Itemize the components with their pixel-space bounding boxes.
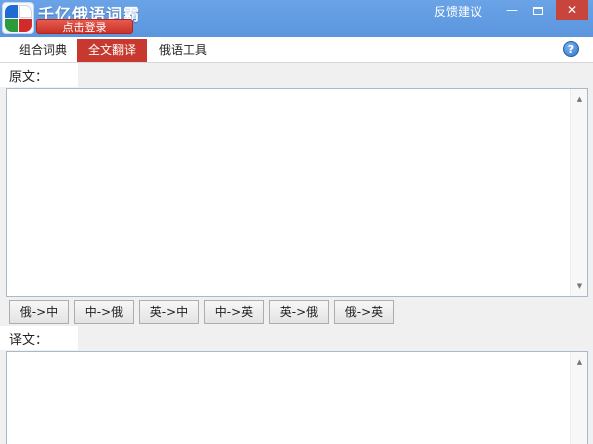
en-to-zh-button[interactable]: 英->中: [139, 300, 199, 324]
zh-to-ru-button[interactable]: 中->俄: [74, 300, 134, 324]
tab-full-text-translation[interactable]: 全文翻译: [77, 39, 147, 62]
tab-combined-dictionary[interactable]: 组合词典: [12, 39, 74, 62]
scroll-down-arrow-icon[interactable]: ▼: [571, 278, 588, 294]
maximize-button[interactable]: [527, 0, 549, 20]
translation-panel: 原文： ▲ ▼ 俄->中 中->俄 英->中 中->英 英->俄 俄->英 译文…: [0, 63, 593, 444]
login-button[interactable]: 点击登录: [36, 19, 133, 34]
ru-to-en-button[interactable]: 俄->英: [334, 300, 394, 324]
feedback-link[interactable]: 反馈建议: [434, 3, 482, 20]
scroll-up-arrow-icon[interactable]: ▲: [571, 354, 588, 370]
source-text-area[interactable]: [6, 88, 588, 297]
help-icon[interactable]: ?: [563, 41, 579, 57]
source-scrollbar[interactable]: ▲ ▼: [570, 89, 587, 296]
maximize-icon: [533, 6, 543, 15]
app-logo-icon: [2, 2, 34, 34]
minimize-button[interactable]: —: [500, 0, 524, 20]
translate-button-row: 俄->中 中->俄 英->中 中->英 英->俄 俄->英: [0, 299, 593, 325]
scroll-up-arrow-icon[interactable]: ▲: [571, 91, 588, 107]
zh-to-en-button[interactable]: 中->英: [204, 300, 264, 324]
ru-to-zh-button[interactable]: 俄->中: [9, 300, 69, 324]
en-to-ru-button[interactable]: 英->俄: [269, 300, 329, 324]
close-button[interactable]: ✕: [556, 0, 588, 20]
target-label: 译文：: [9, 333, 49, 348]
source-label: 原文：: [9, 70, 49, 85]
target-text-area[interactable]: [6, 351, 588, 444]
tab-russian-tools[interactable]: 俄语工具: [152, 39, 214, 62]
title-bar: 千亿俄语词霸 点击登录 反馈建议 — ✕: [0, 0, 593, 37]
target-scrollbar[interactable]: ▲: [570, 352, 587, 444]
tab-bar: 组合词典 全文翻译 俄语工具 ?: [0, 37, 593, 63]
